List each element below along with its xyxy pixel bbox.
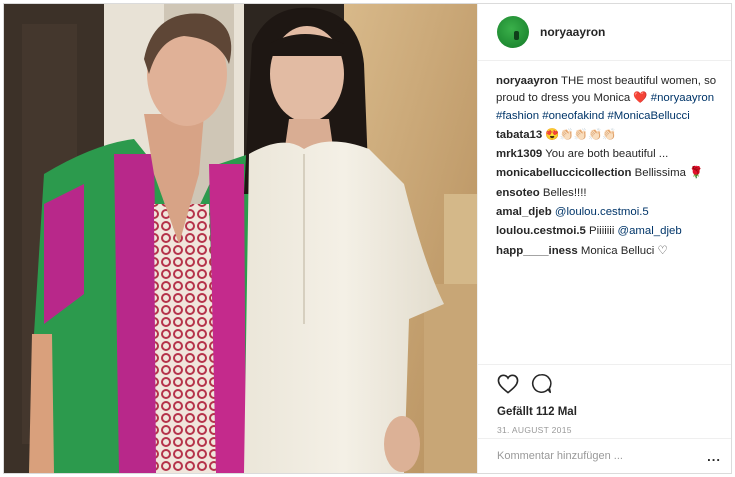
list-item: amal_djeb @loulou.cestmoi.5 [496,204,719,221]
author-username[interactable]: noryaayron [540,25,605,39]
comment-mention[interactable]: @loulou.cestmoi.5 [555,206,649,218]
list-item: ensoteo Belles!!!! [496,185,719,202]
more-options-icon[interactable]: ... [707,449,721,464]
post-header: noryaayron [478,4,731,61]
comment-username[interactable]: loulou.cestmoi.5 [496,225,586,237]
post-photo[interactable] [4,4,477,473]
comment-username[interactable]: amal_djeb [496,206,552,218]
comment-text: Bellissima 🌹 [634,167,704,180]
action-icons [497,373,731,399]
post-card: noryaayron noryaayron THE most beautiful… [3,3,732,474]
photo-illustration [4,4,477,473]
comment-mention[interactable]: @amal_djeb [618,225,682,237]
add-comment-bar: Kommentar hinzufügen ... ... [478,438,731,473]
list-item: monicabelluccicollection Bellissima 🌹 [496,165,719,182]
heart-emoji: ❤️ [633,92,648,105]
post-sidebar: noryaayron noryaayron THE most beautiful… [477,4,731,473]
post-actions: Gefällt 112 Mal 31. AUGUST 2015 [478,364,731,435]
comment-username[interactable]: monicabelluccicollection [496,167,631,179]
comment-text: Belles!!!! [542,186,587,199]
list-item: mrk1309 You are both beautiful ... [496,146,719,163]
comment-bubble-icon[interactable] [531,373,552,399]
comment-input[interactable]: Kommentar hinzufügen ... [497,450,623,462]
comment-username[interactable]: tabata13 [496,129,542,141]
comment-username[interactable]: mrk1309 [496,148,542,160]
comment-username[interactable]: happ____iness [496,245,578,257]
post-date: 31. AUGUST 2015 [497,425,572,435]
comment-username[interactable]: ensoteo [496,187,540,199]
comment-text: You are both beautiful ... [545,148,669,161]
list-item: tabata13 😍👏🏻👏🏻👏🏻👏🏻 [496,127,719,144]
comments-list: noryaayron THE most beautiful women, so … [478,61,731,260]
comment-text: 😍👏🏻👏🏻👏🏻👏🏻 [545,128,617,141]
comment-text: Monica Belluci ♡ [580,244,668,257]
list-item: happ____iness Monica Belluci ♡ [496,243,719,260]
likes-count[interactable]: Gefällt 112 Mal [497,406,731,418]
heart-outline-icon[interactable] [497,374,519,399]
comment-text: Piiiiiii [589,225,615,238]
avatar[interactable] [497,16,529,48]
caption-username[interactable]: noryaayron [496,75,558,87]
caption: noryaayron THE most beautiful women, so … [496,73,719,125]
list-item: loulou.cestmoi.5 Piiiiiii @amal_djeb [496,223,719,240]
